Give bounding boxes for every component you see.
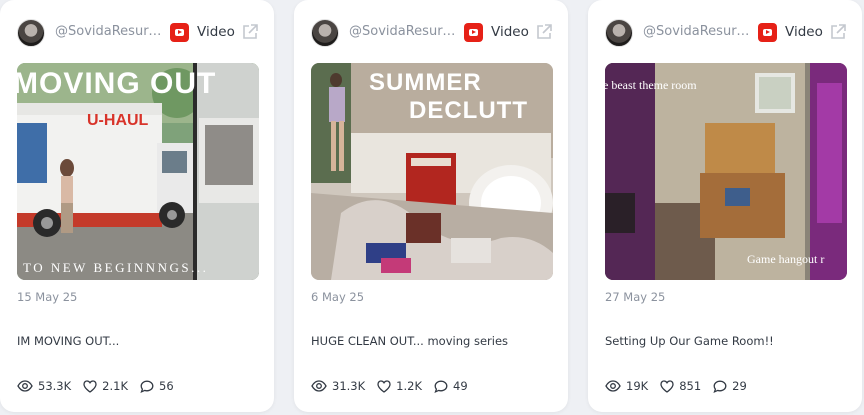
views-count: 31.3K: [332, 379, 366, 393]
avatar[interactable]: [17, 19, 45, 47]
views-stat: 31.3K: [311, 379, 365, 393]
stats-row: 31.3K 1.2K 49: [311, 377, 480, 395]
stats-row: 53.3K 2.1K 56: [17, 377, 186, 395]
youtube-icon: [464, 23, 483, 42]
thumbnail-caption: DECLUTT: [409, 97, 528, 124]
publish-date: 15 May 25: [17, 290, 78, 304]
truck-logo-text: U-HAUL: [87, 112, 149, 129]
external-link-icon[interactable]: [535, 23, 553, 41]
video-thumbnail[interactable]: U-HAUL MOVING OUT TO NEW BEGINNNGS...: [17, 63, 259, 280]
stats-row: 19K 851 29: [605, 377, 759, 395]
publish-date: 6 May 25: [311, 290, 365, 304]
likes-stat: 851: [660, 379, 701, 393]
views-stat: 53.3K: [17, 379, 71, 393]
thumbnail-caption: Game hangout r: [747, 252, 824, 266]
video-thumbnail[interactable]: SUMMER DECLUTT: [311, 63, 553, 280]
account-handle[interactable]: @SovidaResurr...: [349, 24, 457, 39]
avatar[interactable]: [311, 19, 339, 47]
comments-count: 29: [732, 379, 747, 393]
comments-count: 56: [159, 379, 174, 393]
card-header: @SovidaResurr... Video: [17, 18, 262, 48]
eye-icon: [17, 380, 33, 392]
likes-count: 851: [679, 379, 702, 393]
likes-stat: 2.1K: [83, 379, 128, 393]
avatar[interactable]: [605, 19, 633, 47]
video-title[interactable]: Setting Up Our Game Room!!: [605, 334, 774, 348]
card-header: @SovidaResurr... Video: [605, 18, 850, 48]
comment-icon: [713, 380, 727, 393]
comment-icon: [434, 380, 448, 393]
heart-icon: [377, 379, 391, 393]
views-stat: 19K: [605, 379, 648, 393]
thumbnail-headline: SUMMER: [369, 69, 482, 96]
thumbnail-headline: e beast theme room: [605, 78, 697, 92]
comment-icon: [140, 380, 154, 393]
video-thumbnail[interactable]: e beast theme room Game hangout r: [605, 63, 847, 280]
likes-count: 1.2K: [396, 379, 422, 393]
eye-icon: [311, 380, 327, 392]
account-handle[interactable]: @SovidaResurr...: [55, 24, 163, 39]
platform-label: Video: [785, 24, 823, 40]
video-title[interactable]: IM MOVING OUT...: [17, 334, 119, 348]
platform-label: Video: [491, 24, 529, 40]
comments-stat: 56: [140, 379, 174, 393]
account-handle[interactable]: @SovidaResurr...: [643, 24, 751, 39]
likes-count: 2.1K: [102, 379, 128, 393]
publish-date: 27 May 25: [605, 290, 666, 304]
views-count: 19K: [626, 379, 649, 393]
heart-icon: [660, 379, 674, 393]
external-link-icon[interactable]: [241, 23, 259, 41]
comments-stat: 29: [713, 379, 747, 393]
thumbnail-headline: MOVING OUT: [17, 67, 216, 100]
youtube-icon: [170, 23, 189, 42]
card-header: @SovidaResurr... Video: [311, 18, 556, 48]
video-card[interactable]: @SovidaResurr... Video SUMMER DECLUTT 6 …: [294, 0, 568, 412]
external-link-icon[interactable]: [829, 23, 847, 41]
views-count: 53.3K: [38, 379, 72, 393]
heart-icon: [83, 379, 97, 393]
eye-icon: [605, 380, 621, 392]
likes-stat: 1.2K: [377, 379, 422, 393]
comments-stat: 49: [434, 379, 468, 393]
video-card[interactable]: @SovidaResurr... Video U-HAUL MOVING OUT…: [0, 0, 274, 412]
thumbnail-caption: TO NEW BEGINNNGS...: [23, 260, 208, 275]
comments-count: 49: [453, 379, 468, 393]
platform-label: Video: [197, 24, 235, 40]
video-card[interactable]: @SovidaResurr... Video e beast theme roo…: [588, 0, 862, 412]
video-title[interactable]: HUGE CLEAN OUT... moving series: [311, 334, 508, 348]
youtube-icon: [758, 23, 777, 42]
